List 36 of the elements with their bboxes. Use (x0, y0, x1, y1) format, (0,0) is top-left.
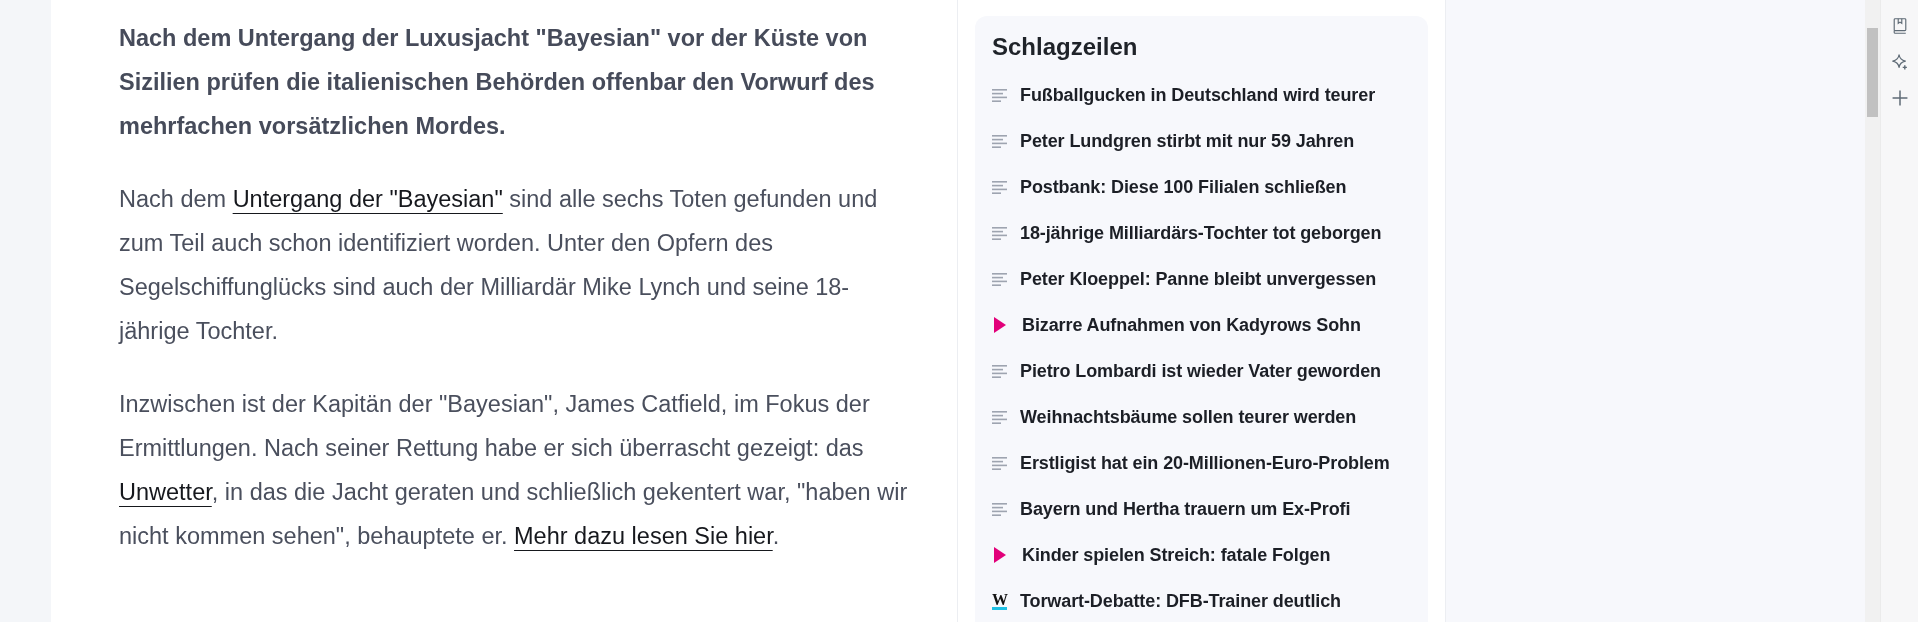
headline-link[interactable]: Kinder spielen Streich: fatale Folgen (1022, 544, 1331, 566)
lines-icon (992, 180, 1007, 194)
headline-link[interactable]: Peter Lundgren stirbt mit nur 59 Jahren (1020, 130, 1355, 152)
lines-icon (992, 226, 1007, 240)
lines-icon (992, 410, 1007, 424)
source-logo: W (992, 592, 1007, 610)
play-icon (994, 547, 1006, 563)
headline-link[interactable]: Weihnachtsbäume sollen teurer werden (1020, 406, 1357, 428)
lines-icon (992, 456, 1007, 470)
article-link[interactable]: Mehr dazu lesen Sie hier (514, 523, 773, 549)
article-paragraph: Nach dem Untergang der "Bayesian" sind alle sechs Toten gefunden und zum Teil auch schon identifiziert worden. Unter den Opfern des Segelschiffunglücks sind auch der Milliardär Mike Lynch und seine 18-jährige Tochter. (119, 185, 879, 346)
scrollbar-thumb[interactable] (1867, 28, 1878, 117)
lines-icon (992, 502, 1007, 516)
headlines-title: Schlagzeilen (992, 32, 1139, 62)
play-icon (994, 317, 1006, 333)
scrollbar[interactable] (1865, 0, 1880, 622)
headline-link[interactable]: Torwart-Debatte: DFB-Trainer deutlich (1020, 590, 1341, 612)
sparkle-icon[interactable] (1891, 54, 1908, 70)
lines-icon (992, 88, 1007, 102)
headline-link[interactable]: Postbank: Diese 100 Filialen schließen (1020, 176, 1347, 198)
headline-link[interactable]: Bizarre Aufnahmen von Kadyrows Sohn (1022, 314, 1361, 336)
book-icon[interactable] (1891, 18, 1908, 34)
headline-link[interactable]: 18-jährige Milliardärs-Tochter tot geborgen (1020, 222, 1382, 244)
headline-link[interactable]: Pietro Lombardi ist wieder Vater geworden (1020, 360, 1381, 382)
article-paragraph: Inzwischen ist der Kapitän der "Bayesian", James Catfield, im Fokus der Ermittlungen. Nach seiner Rettung habe er sich überrascht gezeigt: das Unwetter, in das die Jacht geraten und schließlich gekentert war, "haben wir nicht kommen sehen", behauptete er. Mehr dazu lesen Sie hier. (119, 390, 909, 551)
plus-icon[interactable] (1891, 90, 1908, 106)
headline-link[interactable]: Bayern und Hertha trauern um Ex-Profi (1020, 498, 1351, 520)
article-link[interactable]: Untergang der "Bayesian" (232, 186, 503, 212)
lines-icon (992, 272, 1007, 286)
headline-link[interactable]: Erstligist hat ein 20-Millionen-Euro-Problem (1020, 452, 1390, 474)
headline-link[interactable]: Peter Kloeppel: Panne bleibt unvergessen (1020, 268, 1377, 290)
headline-link[interactable]: Fußballgucken in Deutschland wird teurer (1020, 84, 1376, 106)
lines-icon (992, 364, 1007, 378)
lines-icon (992, 134, 1007, 148)
article-link[interactable]: Unwetter (119, 479, 212, 505)
article-lead: Nach dem Untergang der Luxusjacht "Bayesian" vor der Küste von Sizilien prüfen die italienischen Behörden offenbar den Vorwurf des mehrfachen vorsätzlichen Mordes. (119, 24, 876, 141)
